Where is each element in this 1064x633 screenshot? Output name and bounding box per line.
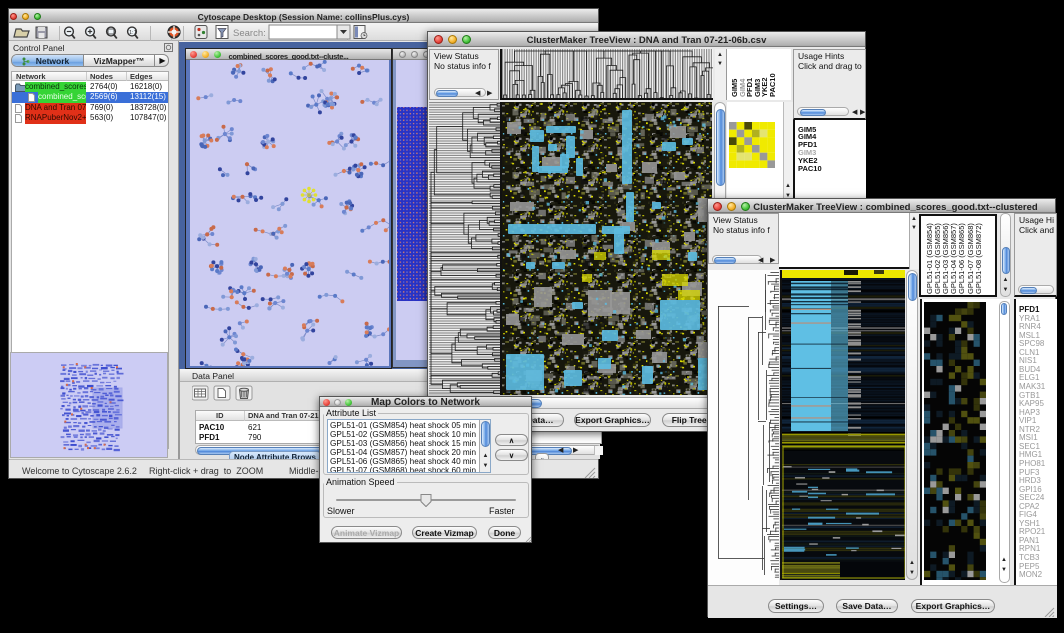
svg-text:Search:: Search: bbox=[233, 28, 266, 39]
svg-text:1:1: 1:1 bbox=[129, 30, 137, 36]
